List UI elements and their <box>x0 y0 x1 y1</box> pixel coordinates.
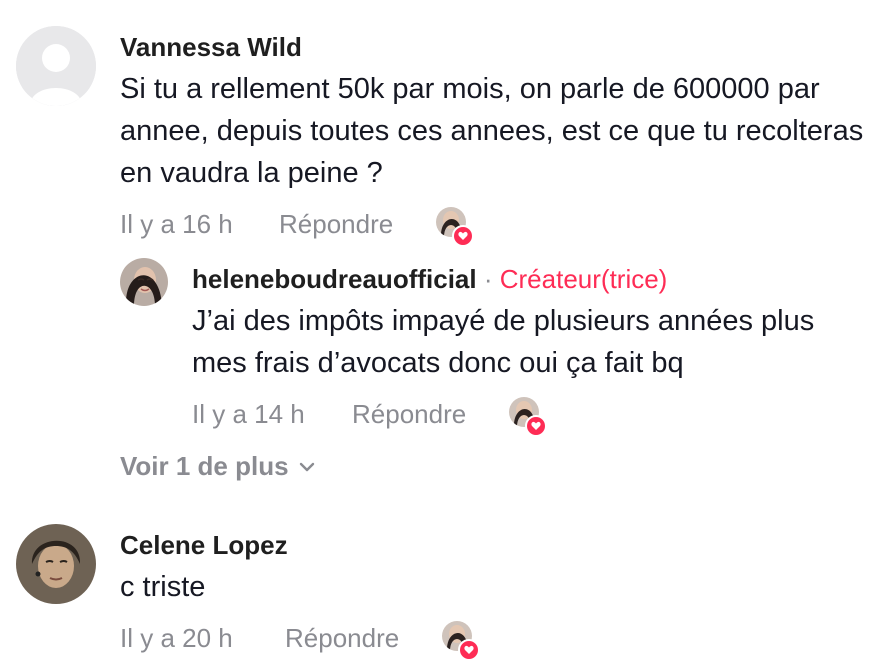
commenter-avatar[interactable] <box>16 524 96 604</box>
creator-liked-badge <box>436 207 474 247</box>
comment-text: Si tu a rellement 50k par mois, on parle… <box>120 73 864 189</box>
reply-author-name[interactable]: heleneboudreauofficial <box>192 264 477 294</box>
reply-button[interactable]: Répondre <box>279 209 393 240</box>
comment-author[interactable]: Vannessa Wild <box>120 32 302 63</box>
comment-author[interactable]: Celene Lopez <box>120 530 288 561</box>
reply-author[interactable]: heleneboudreauofficial · Créateur(trice) <box>192 264 667 295</box>
creator-photo-icon <box>120 258 168 306</box>
creator-liked-badge <box>442 621 480 661</box>
heart-icon <box>525 415 547 437</box>
comments-panel: Vannessa Wild Si tu a rellement 50k par … <box>0 0 896 670</box>
comment-text: c triste <box>120 571 206 603</box>
heart-icon <box>458 639 480 661</box>
view-more-replies-button[interactable]: Voir 1 de plus <box>120 451 315 482</box>
reply-text: J’ai des impôts impayé de plusieurs anné… <box>192 305 815 379</box>
comment-timestamp: Il y a 20 h <box>120 623 233 653</box>
commenter-avatar[interactable] <box>16 26 96 106</box>
view-more-label[interactable]: Voir 1 de plus <box>120 451 289 482</box>
reply-button[interactable]: Répondre <box>352 399 466 430</box>
creator-liked-badge <box>509 397 547 437</box>
chevron-down-icon <box>299 462 314 471</box>
default-user-avatar-icon <box>16 26 96 106</box>
commenter-photo-icon <box>16 524 96 604</box>
heart-icon <box>452 225 474 247</box>
comment-timestamp: Il y a 16 h <box>120 209 233 239</box>
creator-tag: Créateur(trice) <box>499 264 668 294</box>
separator-dot: · <box>483 264 493 294</box>
creator-avatar[interactable] <box>120 258 168 306</box>
reply-timestamp: Il y a 14 h <box>192 399 305 429</box>
reply-button[interactable]: Répondre <box>285 623 399 654</box>
